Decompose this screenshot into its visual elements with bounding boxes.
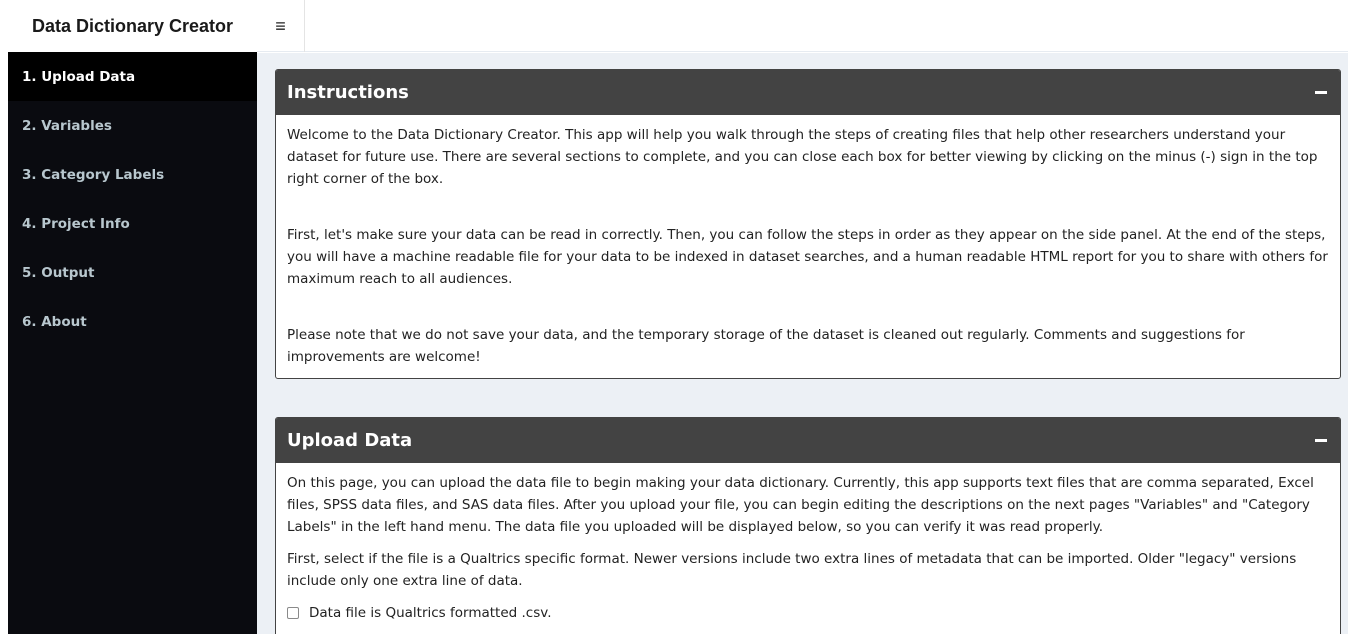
minus-icon xyxy=(1315,439,1327,442)
sidebar-toggle-button[interactable]: ≡ xyxy=(257,0,305,52)
instructions-paragraph: Welcome to the Data Dictionary Creator. … xyxy=(287,127,1318,187)
app-title: Data Dictionary Creator xyxy=(8,0,257,52)
instructions-box-body: Welcome to the Data Dictionary Creator. … xyxy=(276,115,1340,378)
sidebar-item-category-labels[interactable]: 3. Category Labels xyxy=(8,150,257,199)
sidebar-item-project-info[interactable]: 4. Project Info xyxy=(8,199,257,248)
qualtrics-checkbox-row[interactable]: Data file is Qualtrics formatted .csv. xyxy=(287,602,1329,624)
sidebar-item-label: 1. Upload Data xyxy=(22,68,136,85)
instructions-collapse-button[interactable] xyxy=(1314,86,1328,100)
instructions-box-title: Instructions xyxy=(287,82,409,103)
instructions-box-header: Instructions xyxy=(276,70,1340,115)
upload-paragraph: On this page, you can upload the data fi… xyxy=(287,475,1314,535)
sidebar-item-label: 3. Category Labels xyxy=(22,166,165,183)
upload-paragraph: First, select if the file is a Qualtrics… xyxy=(287,551,1297,589)
upload-data-box-title: Upload Data xyxy=(287,430,413,451)
sidebar-item-variables[interactable]: 2. Variables xyxy=(8,101,257,150)
instructions-paragraph: First, let's make sure your data can be … xyxy=(287,227,1328,287)
minus-icon xyxy=(1315,91,1327,94)
upload-data-box: Upload Data On this page, you can upload… xyxy=(275,417,1341,634)
left-edge xyxy=(0,0,8,634)
upload-data-box-header: Upload Data xyxy=(276,418,1340,463)
qualtrics-checkbox-label[interactable]: Data file is Qualtrics formatted .csv. xyxy=(309,602,551,624)
sidebar: 1. Upload Data 2. Variables 3. Category … xyxy=(8,52,257,634)
upload-data-collapse-button[interactable] xyxy=(1314,434,1328,448)
sidebar-item-label: 5. Output xyxy=(22,264,95,281)
sidebar-item-label: 4. Project Info xyxy=(22,215,130,232)
sidebar-item-label: 6. About xyxy=(22,313,87,330)
main-content: Instructions Welcome to the Data Diction… xyxy=(257,53,1348,634)
top-navbar: ≡ xyxy=(257,0,1348,52)
sidebar-item-label: 2. Variables xyxy=(22,117,112,134)
instructions-box: Instructions Welcome to the Data Diction… xyxy=(275,69,1341,379)
upload-data-box-body: On this page, you can upload the data fi… xyxy=(276,463,1340,634)
hamburger-icon: ≡ xyxy=(275,15,286,36)
sidebar-item-output[interactable]: 5. Output xyxy=(8,248,257,297)
qualtrics-checkbox[interactable] xyxy=(287,607,299,619)
sidebar-item-upload-data[interactable]: 1. Upload Data xyxy=(8,52,257,101)
sidebar-item-about[interactable]: 6. About xyxy=(8,297,257,346)
app-window: Data Dictionary Creator ≡ 1. Upload Data… xyxy=(0,0,1348,634)
instructions-paragraph: Please note that we do not save your dat… xyxy=(287,327,1245,365)
